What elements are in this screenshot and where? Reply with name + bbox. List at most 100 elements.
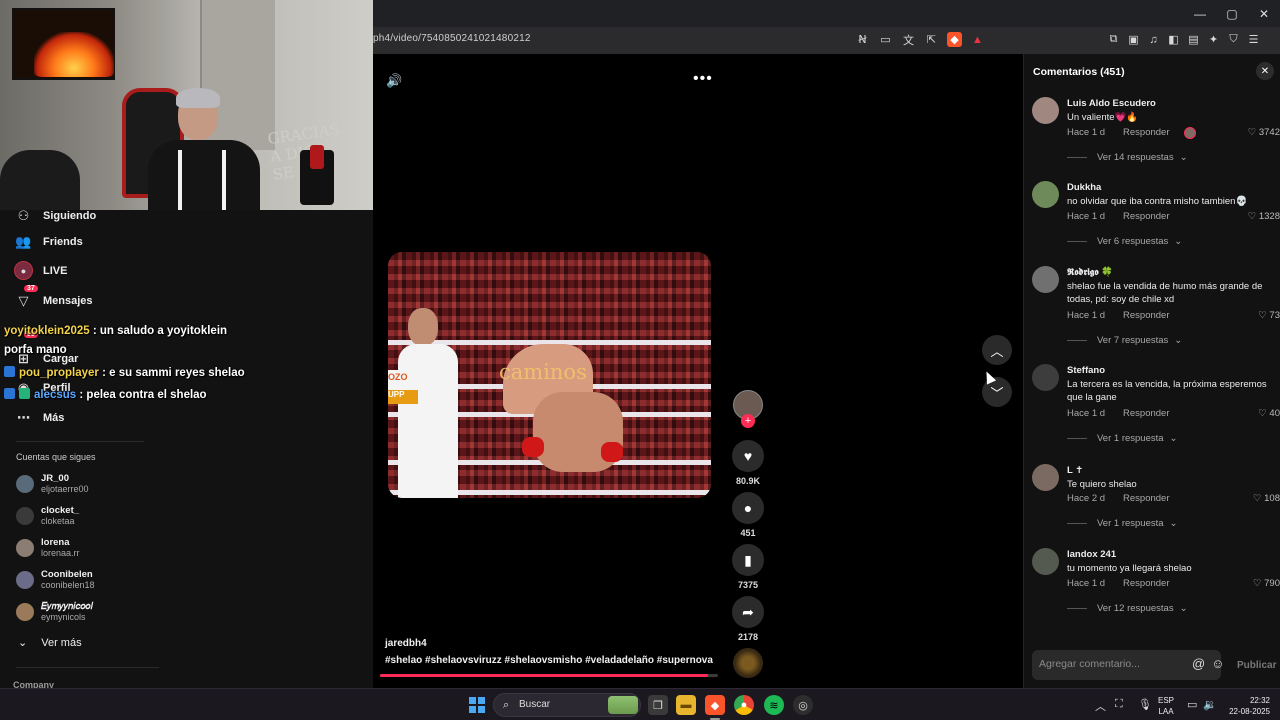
following-account[interactable]: 𝐸𝑦𝑚𝑦𝑦𝑛𝑖𝑐𝑜𝑜𝑙 eymynicols bbox=[16, 601, 93, 623]
close-comments-button[interactable]: ✕ bbox=[1256, 62, 1274, 80]
obs-icon[interactable]: ◎ bbox=[793, 695, 813, 715]
wifi-icon[interactable]: ▭ bbox=[1187, 698, 1197, 711]
reply-button[interactable]: Responder bbox=[1123, 211, 1169, 222]
avatar[interactable] bbox=[1032, 266, 1059, 293]
nav-messages[interactable]: ▽ 37 Mensajes bbox=[14, 285, 93, 310]
save-button[interactable]: ▮ bbox=[732, 544, 764, 576]
windows-start-icon[interactable] bbox=[469, 697, 485, 713]
music-disc-icon[interactable] bbox=[733, 648, 763, 678]
more-options-icon[interactable]: ••• bbox=[693, 70, 713, 88]
like-button[interactable]: ♥ bbox=[732, 440, 764, 472]
translate-icon[interactable]: 文 bbox=[901, 32, 916, 47]
avatar[interactable] bbox=[1032, 548, 1059, 575]
comment-user[interactable]: Dukkha bbox=[1067, 182, 1101, 193]
close-window-button[interactable]: ✕ bbox=[1248, 0, 1280, 27]
comment-user[interactable]: Steffano bbox=[1067, 365, 1105, 376]
minimize-button[interactable]: — bbox=[1184, 0, 1216, 27]
translate-off-icon[interactable]: Ꞥ bbox=[855, 32, 870, 47]
media-icon[interactable]: ♫ bbox=[1146, 32, 1161, 47]
tray-overflow-icon[interactable]: ︿ bbox=[1095, 698, 1106, 714]
task-view-icon[interactable]: ❐ bbox=[648, 695, 668, 715]
video-frame[interactable]: OZO UPP caminos bbox=[388, 252, 711, 498]
taskbar-search[interactable]: ⌕ Buscar bbox=[493, 693, 641, 717]
following-account[interactable]: lorena lorenaa.rr bbox=[16, 537, 80, 559]
video-author[interactable]: jaredbh4 bbox=[385, 638, 427, 649]
url-text[interactable]: ph4/video/7540850241021480212 bbox=[373, 33, 531, 44]
file-explorer-icon[interactable]: ▬ bbox=[676, 695, 696, 715]
avatar[interactable] bbox=[1032, 97, 1059, 124]
view-replies-button[interactable]: Ver 6 respuestas ⌄ bbox=[1067, 236, 1182, 247]
see-more-button[interactable]: ⌄ Ver más bbox=[18, 636, 82, 650]
comment-user[interactable]: 𝕽𝖔𝖉𝖗𝖎𝖌𝖔 🍀 bbox=[1067, 267, 1113, 278]
publish-button[interactable]: Publicar bbox=[1237, 660, 1276, 671]
extensions-icon[interactable]: ⧉ bbox=[1106, 32, 1121, 47]
comment-input[interactable]: Agregar comentario... @ ☺ bbox=[1032, 650, 1224, 680]
comment-button[interactable]: ● bbox=[732, 492, 764, 524]
mention-icon[interactable]: @ bbox=[1192, 656, 1205, 671]
maximize-button[interactable]: ▢ bbox=[1216, 0, 1248, 27]
share-icon[interactable]: ⇱ bbox=[924, 32, 939, 47]
nav-live[interactable]: ● LIVE bbox=[14, 261, 67, 280]
reply-button[interactable]: Responder bbox=[1123, 127, 1169, 139]
following-account[interactable]: JR_00 eljotaerre00 bbox=[16, 473, 89, 495]
screenshot-icon[interactable]: ▭ bbox=[878, 32, 893, 47]
brave-shields-icon[interactable]: ◆ bbox=[947, 32, 962, 47]
language-indicator[interactable]: ESP LAA bbox=[1158, 695, 1174, 717]
badge-icon bbox=[4, 366, 15, 377]
chrome-icon[interactable]: ● bbox=[734, 695, 754, 715]
following-account[interactable]: Coonibelen coonibelen18 bbox=[16, 569, 95, 591]
brave-rewards-icon[interactable]: ▲ bbox=[970, 32, 985, 47]
comment-time: Hace 2 d bbox=[1067, 493, 1106, 504]
tab-search-icon[interactable]: ▣ bbox=[1126, 32, 1141, 47]
view-replies-button[interactable]: Ver 14 respuestas ⌄ bbox=[1067, 152, 1188, 163]
brave-browser-icon[interactable]: ◆ bbox=[705, 695, 725, 715]
comment-text: shelao fue la vendida de humo más grande… bbox=[1067, 281, 1263, 305]
emoji-icon[interactable]: ☺ bbox=[1211, 656, 1224, 671]
reply-button[interactable]: Responder bbox=[1123, 493, 1169, 504]
microphone-icon[interactable]: 🎙 bbox=[1138, 698, 1152, 711]
comment-user[interactable]: L ✝ bbox=[1067, 465, 1083, 476]
vpn-icon[interactable]: ⛉ bbox=[1226, 32, 1241, 47]
comment-like[interactable]: ♡ 40 bbox=[1240, 408, 1280, 419]
spotify-icon[interactable]: ≋ bbox=[764, 695, 784, 715]
comment-user[interactable]: Luis Aldo Escudero bbox=[1067, 98, 1156, 109]
follow-plus-icon[interactable]: + bbox=[741, 414, 755, 428]
wallet-icon[interactable]: ▤ bbox=[1186, 32, 1201, 47]
background-chair bbox=[0, 150, 80, 210]
video-hashtags[interactable]: #shelao #shelaovsviruzz #shelaovsmisho #… bbox=[385, 655, 713, 666]
network-icon[interactable]: ⛶ bbox=[1115, 698, 1123, 711]
comment-user[interactable]: landox 241 bbox=[1067, 549, 1116, 560]
comment-like[interactable]: ♡ 73 bbox=[1240, 310, 1280, 321]
avatar[interactable] bbox=[1032, 181, 1059, 208]
view-replies-button[interactable]: Ver 1 respuesta ⌄ bbox=[1067, 518, 1178, 529]
view-replies-button[interactable]: Ver 12 respuestas ⌄ bbox=[1067, 603, 1188, 614]
following-account[interactable]: clocket_ cloketaa bbox=[16, 505, 79, 527]
volume-icon[interactable]: 🔊 bbox=[386, 73, 402, 89]
share-button[interactable]: ➦ bbox=[732, 596, 764, 628]
leo-ai-icon[interactable]: ✦ bbox=[1206, 32, 1221, 47]
reply-button[interactable]: Responder bbox=[1123, 578, 1169, 589]
account-handle: lorenaa.rr bbox=[41, 548, 80, 558]
save-count: 7375 bbox=[737, 580, 759, 590]
comment-like[interactable]: ♡ 3742 bbox=[1240, 127, 1280, 138]
clock[interactable]: 22:32 22-08-2025 bbox=[1220, 695, 1270, 717]
comment-meta: Hace 1 d Responder bbox=[1067, 211, 1170, 222]
reply-button[interactable]: Responder bbox=[1123, 310, 1169, 321]
menu-icon[interactable]: ☰ bbox=[1246, 32, 1261, 47]
reply-button[interactable]: Responder bbox=[1123, 408, 1169, 419]
avatar[interactable] bbox=[1032, 364, 1059, 391]
comment-like[interactable]: ♡ 1328 bbox=[1240, 211, 1280, 222]
nav-friends[interactable]: 👥 Friends bbox=[14, 232, 82, 251]
view-replies-button[interactable]: Ver 7 respuestas ⌄ bbox=[1067, 335, 1182, 346]
view-replies-button[interactable]: Ver 1 respuesta ⌄ bbox=[1067, 433, 1178, 444]
previous-video-button[interactable]: ︿ bbox=[982, 335, 1012, 365]
video-progress-bar[interactable] bbox=[380, 674, 718, 677]
avatar[interactable] bbox=[1032, 464, 1059, 491]
nav-more[interactable]: ⋯ Más bbox=[14, 408, 64, 427]
chevron-down-icon: ⌄ bbox=[1169, 518, 1178, 529]
sidebar-toggle-icon[interactable]: ◧ bbox=[1166, 32, 1181, 47]
heart-outline-icon: ♡ bbox=[1258, 310, 1267, 321]
volume-tray-icon[interactable]: 🔉 bbox=[1203, 698, 1217, 711]
comment-like[interactable]: ♡ 790 bbox=[1240, 578, 1280, 589]
comment-like[interactable]: ♡ 108 bbox=[1240, 493, 1280, 504]
